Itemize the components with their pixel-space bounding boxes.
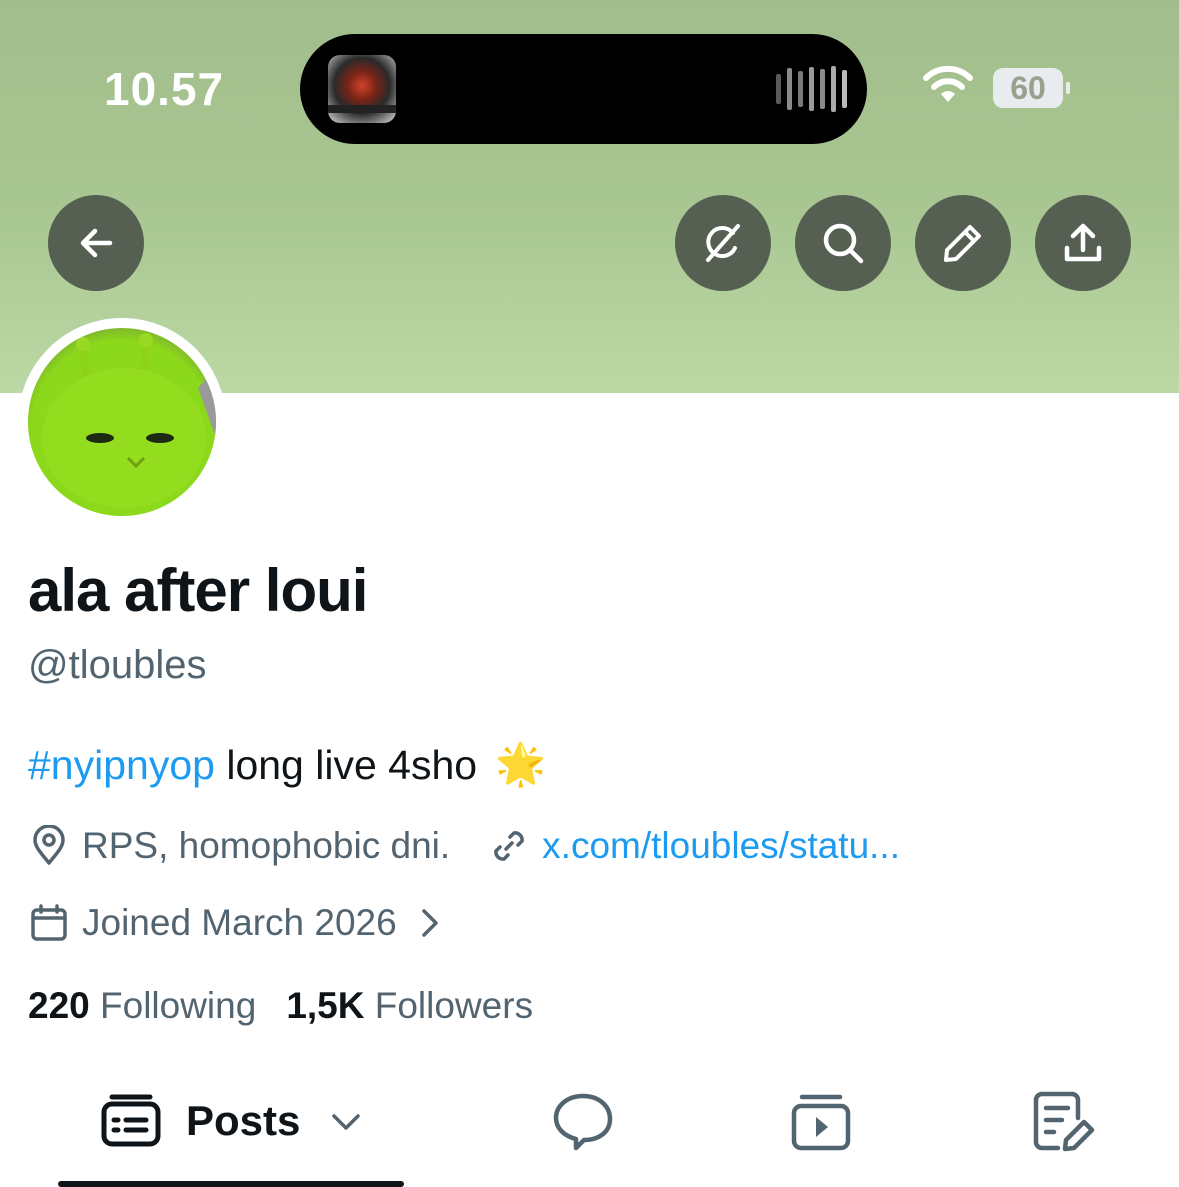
followers-label: Followers: [374, 985, 534, 1026]
audio-waveform-icon: [776, 64, 847, 114]
handle: @tloubles: [28, 643, 207, 687]
tab-replies[interactable]: [552, 1090, 614, 1152]
followers-stat[interactable]: 1,5K Followers: [286, 985, 533, 1027]
grok-icon: [706, 224, 740, 262]
following-count: 220: [28, 985, 90, 1026]
search-button[interactable]: [795, 195, 891, 291]
share-button[interactable]: [1035, 195, 1131, 291]
chevron-right-icon: [421, 909, 438, 937]
profile-link[interactable]: x.com/tloubles/statu...: [542, 825, 900, 867]
profile-tabs: Posts: [0, 1080, 1179, 1187]
dynamic-island[interactable]: [300, 34, 867, 144]
tab-articles[interactable]: [1030, 1088, 1096, 1154]
bio-text: long live 4sho: [214, 741, 478, 788]
followers-count: 1,5K: [286, 985, 365, 1026]
back-button[interactable]: [48, 195, 144, 291]
active-tab-indicator: [58, 1181, 404, 1187]
profile-meta-row: RPS, homophobic dni. x.com/tloubles/stat…: [28, 825, 900, 867]
battery-level: 60: [993, 68, 1063, 108]
share-icon: [1064, 223, 1102, 262]
media-video-icon: [791, 1094, 851, 1151]
avatar[interactable]: [28, 328, 216, 516]
location-pin-icon: [33, 825, 65, 865]
link-icon: [494, 831, 524, 861]
joined-text: Joined March 2026: [82, 902, 397, 943]
posts-icon: [101, 1094, 161, 1147]
location-text: RPS, homophobic dni.: [82, 825, 451, 866]
arrow-left-icon: [80, 228, 113, 258]
pencil-icon: [944, 225, 981, 262]
reply-bubble-icon: [553, 1093, 613, 1151]
status-time: 10.57: [104, 63, 225, 115]
following-stat[interactable]: 220 Following: [28, 985, 256, 1027]
tab-posts-label: Posts: [186, 1097, 301, 1144]
follow-stats: 220 Following 1,5K Followers: [28, 985, 533, 1027]
bio: #nyipnyop long live 4sho 🌟: [28, 741, 546, 789]
avatar-cat-image: [42, 333, 216, 508]
calendar-icon: [31, 904, 67, 941]
glowing-star-emoji: 🌟: [495, 741, 547, 787]
following-label: Following: [100, 985, 257, 1026]
tab-posts[interactable]: Posts: [100, 1092, 364, 1150]
grok-button[interactable]: [675, 195, 771, 291]
article-edit-icon: [1033, 1091, 1095, 1152]
battery-tip: [1066, 82, 1070, 94]
search-icon: [823, 223, 864, 264]
bio-hashtag-link[interactable]: #nyipnyop: [28, 742, 215, 789]
tab-media[interactable]: [790, 1090, 852, 1152]
display-name: ala after loui: [28, 557, 368, 624]
joined-row[interactable]: Joined March 2026: [28, 902, 445, 944]
edit-button[interactable]: [915, 195, 1011, 291]
wifi-icon: [923, 65, 973, 102]
chevron-down-icon: [332, 1114, 361, 1130]
now-playing-artwork: [328, 55, 396, 123]
